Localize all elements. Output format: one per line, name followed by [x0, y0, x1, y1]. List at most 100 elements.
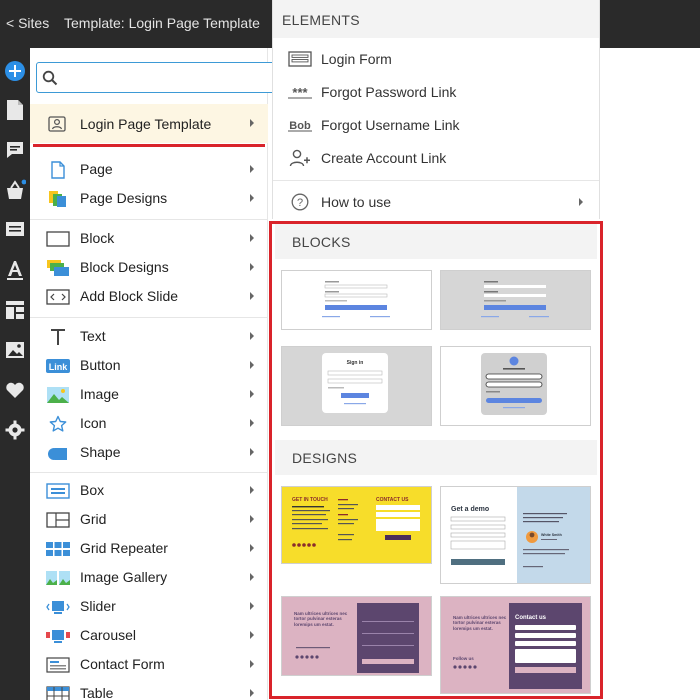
- element-label: Forgot Username Link: [321, 117, 460, 133]
- chevron-right-icon: [250, 602, 254, 610]
- panel-item-carousel[interactable]: Carousel: [30, 621, 268, 650]
- element-label: Forgot Password Link: [321, 84, 457, 100]
- button-icon: Link: [46, 356, 70, 376]
- text-style-icon[interactable]: [4, 259, 26, 281]
- design-thumbnail[interactable]: Get a demo White Smith: [440, 486, 591, 584]
- chevron-right-icon: [250, 515, 254, 523]
- panel-item-block[interactable]: Block: [30, 224, 268, 253]
- design-contact-label: Contact us: [515, 615, 547, 621]
- element-login-form[interactable]: Login Form: [273, 44, 599, 74]
- chevron-right-icon: [250, 573, 254, 581]
- table-icon: [46, 684, 70, 700]
- box-icon: [46, 481, 70, 501]
- panel-item-slider[interactable]: Slider: [30, 592, 268, 621]
- carousel-icon: [46, 626, 70, 646]
- element-create-account-link[interactable]: Create Account Link: [273, 143, 599, 173]
- chevron-right-icon: [250, 689, 254, 697]
- left-rail: [0, 48, 30, 700]
- elements-dropdown: ELEMENTS Login Form *** Forgot Password …: [272, 0, 600, 219]
- design-thumbnail[interactable]: GET IN TOUCH CONTACT US: [281, 486, 432, 564]
- panel-item-contact-form[interactable]: Contact Form: [30, 650, 268, 679]
- page-icon[interactable]: [4, 99, 26, 121]
- design-person-name: White Smith: [541, 533, 562, 537]
- panel-item-box[interactable]: Box: [30, 476, 268, 505]
- panel-item-page[interactable]: Page: [30, 155, 268, 184]
- block-thumbnail[interactable]: [440, 270, 591, 330]
- panel-item-label: Grid Repeater: [80, 540, 168, 556]
- panel-item-image-gallery[interactable]: Image Gallery: [30, 563, 268, 592]
- element-forgot-password-link[interactable]: *** Forgot Password Link: [273, 77, 599, 107]
- panel-item-label: Carousel: [80, 627, 137, 643]
- search-icon: [42, 70, 58, 86]
- panel-item-shape[interactable]: Shape: [30, 438, 268, 467]
- divider: [30, 219, 268, 220]
- layout-icon[interactable]: [4, 299, 26, 321]
- panel-item-icon[interactable]: Icon: [30, 409, 268, 438]
- heart-icon[interactable]: [4, 379, 26, 401]
- element-how-to-use[interactable]: ? How to use: [273, 187, 599, 217]
- block-slide-icon: [46, 287, 70, 307]
- design-thumbnail[interactable]: Nam ultrices ultrices nec tortor pulvina…: [281, 596, 432, 676]
- block-thumbnail[interactable]: [281, 270, 432, 330]
- svg-text:?: ?: [297, 197, 303, 209]
- template-icon: [48, 116, 66, 135]
- image-icon: [46, 385, 70, 405]
- comment-icon[interactable]: [4, 139, 26, 161]
- password-glyph: ***: [292, 85, 308, 99]
- panel-item-grid[interactable]: Grid: [30, 505, 268, 534]
- block-thumbnail[interactable]: Sign in: [281, 346, 432, 426]
- panel-item-label: Table: [80, 685, 114, 700]
- panel-item-label: Grid: [80, 511, 107, 527]
- panel-item-label: Page: [80, 161, 113, 177]
- shop-icon[interactable]: [4, 179, 26, 201]
- panel-item-grid-repeater[interactable]: Grid Repeater: [30, 534, 268, 563]
- chevron-right-icon: [250, 660, 254, 668]
- panel-item-table[interactable]: Table: [30, 679, 268, 700]
- block-thumbnail[interactable]: [440, 346, 591, 426]
- chevron-right-icon: [250, 119, 254, 127]
- panel-item-text[interactable]: Text: [30, 322, 268, 351]
- username-glyph: Bob: [289, 120, 311, 132]
- panel-item-image[interactable]: Image: [30, 380, 268, 409]
- chevron-right-icon: [250, 361, 254, 369]
- panel-item-button[interactable]: Link Button: [30, 351, 268, 380]
- chevron-right-icon: [250, 419, 254, 427]
- panel-item-label: Contact Form: [80, 656, 165, 672]
- panel-item-label: Image: [80, 386, 119, 402]
- help-icon: ?: [287, 193, 313, 211]
- panel-item-add-block-slide[interactable]: Add Block Slide: [30, 282, 268, 311]
- element-label: Login Form: [321, 51, 392, 67]
- shape-icon: [46, 443, 70, 463]
- login-page-template-item[interactable]: Login Page Template: [30, 104, 268, 143]
- contact-form-icon: [46, 655, 70, 675]
- panel-item-label: Button: [80, 357, 121, 373]
- image-icon[interactable]: [4, 339, 26, 361]
- back-to-sites-link[interactable]: < Sites: [6, 15, 49, 31]
- design-title: Get a demo: [451, 506, 489, 513]
- panel-item-page-designs[interactable]: Page Designs: [30, 184, 268, 213]
- add-icon[interactable]: [4, 60, 26, 82]
- search-input[interactable]: [36, 62, 276, 93]
- block-designs-icon: [46, 258, 70, 278]
- panel-item-label: Icon: [80, 415, 107, 431]
- design-preview: Nam ultrices ultrices nec tortor pulvina…: [282, 597, 431, 675]
- chevron-right-icon: [250, 194, 254, 202]
- panel-item-label: Block: [80, 230, 115, 246]
- thumb-title: Sign in: [347, 360, 364, 366]
- blocks-designs-panel: BLOCKS Sign in DESIGNS GET IN TOUCH CONT…: [269, 221, 603, 699]
- template-item-label: Login Page Template: [80, 116, 212, 132]
- selection-highlight: [33, 144, 265, 147]
- panel-item-block-designs[interactable]: Block Designs: [30, 253, 268, 282]
- password-dots-icon: ***: [287, 83, 313, 101]
- gallery-icon: [46, 568, 70, 588]
- settings-icon[interactable]: [4, 419, 26, 441]
- list-icon[interactable]: [4, 219, 26, 241]
- element-label: How to use: [321, 194, 392, 210]
- star-icon: [46, 414, 70, 434]
- element-forgot-username-link[interactable]: Bob Forgot Username Link: [273, 110, 599, 140]
- add-user-icon: [287, 149, 313, 167]
- panel-item-label: Add Block Slide: [80, 288, 179, 304]
- design-thumbnail[interactable]: Nam ultrices ultrices nec tortor pulvina…: [440, 596, 591, 694]
- design-title: GET IN TOUCH: [292, 497, 328, 503]
- panel-item-label: Box: [80, 482, 105, 498]
